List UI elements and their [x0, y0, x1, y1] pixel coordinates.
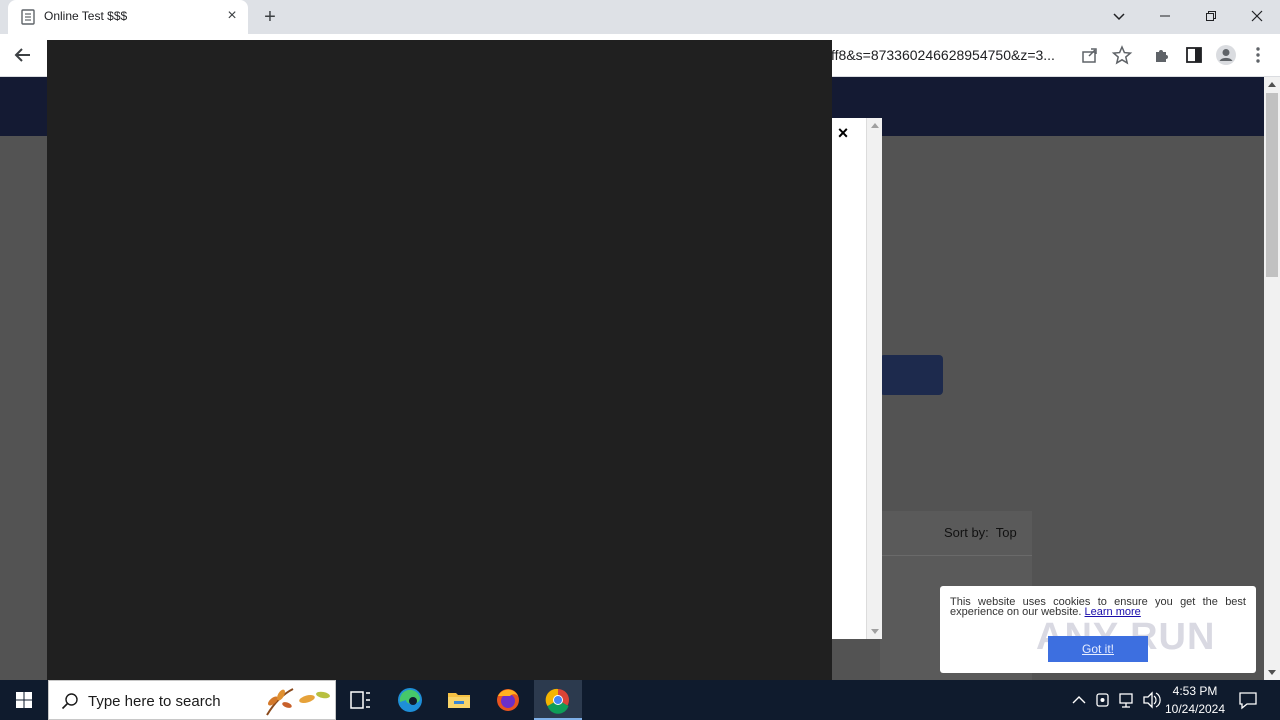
autumn-leaves-icon: [266, 688, 330, 716]
page-icon: [21, 9, 35, 25]
page-action-button[interactable]: [880, 355, 943, 395]
chevron-down-icon: [1113, 13, 1125, 21]
restore-button[interactable]: [1188, 0, 1234, 32]
volume-icon[interactable]: [1141, 680, 1161, 720]
scroll-up-arrow-icon[interactable]: [1268, 82, 1276, 87]
chrome-icon: [545, 688, 569, 714]
restore-icon: [1206, 11, 1216, 21]
scrollbar-thumb[interactable]: [1266, 93, 1278, 277]
cookie-banner: This website uses cookies to ensure you …: [940, 586, 1256, 673]
browser-tab-bar: Online Test $$$ × +: [0, 0, 1280, 34]
browser-tab[interactable]: Online Test $$$ ×: [8, 0, 248, 34]
close-window-button[interactable]: [1234, 0, 1280, 32]
bookmark-star-icon[interactable]: [1111, 44, 1133, 66]
search-placeholder: Type here to search: [88, 693, 221, 710]
meet-now-icon[interactable]: [1094, 680, 1112, 720]
side-panel-icon[interactable]: [1183, 44, 1205, 66]
page-scrollbar[interactable]: [1264, 77, 1280, 680]
scroll-down-arrow-icon[interactable]: [1268, 670, 1276, 675]
profile-avatar-icon[interactable]: [1215, 44, 1237, 66]
taskbar-clock-time[interactable]: 4:53 PM: [1166, 684, 1224, 698]
cookie-accept-button[interactable]: Got it!: [1048, 636, 1148, 662]
chevron-up-icon[interactable]: [1070, 680, 1088, 720]
minimize-icon: [1160, 15, 1170, 17]
new-tab-button[interactable]: +: [258, 5, 282, 29]
network-icon[interactable]: [1117, 680, 1137, 720]
chrome-taskbar-button[interactable]: [534, 680, 582, 720]
file-explorer-icon[interactable]: [435, 680, 483, 720]
windows-start-icon[interactable]: [0, 680, 48, 720]
divider: [880, 555, 1032, 556]
tab-close-icon[interactable]: ×: [223, 7, 241, 25]
popup-close-icon[interactable]: ×: [834, 124, 852, 142]
tab-search-button[interactable]: [1096, 0, 1142, 32]
address-bar-url[interactable]: ff8&s=873360246628954750&z=3...: [831, 47, 1055, 63]
popup-panel: ×: [832, 118, 882, 639]
back-arrow-icon[interactable]: [10, 42, 36, 68]
sort-by-label: Sort by:: [944, 525, 989, 540]
minimize-button[interactable]: [1142, 0, 1188, 32]
search-icon: [61, 693, 78, 710]
taskbar-clock-date[interactable]: 10/24/2024: [1160, 702, 1230, 716]
sort-by-control[interactable]: Sort by: Top: [944, 525, 1017, 540]
video-overlay[interactable]: [47, 40, 832, 680]
task-view-icon[interactable]: [336, 680, 384, 720]
close-icon: [1251, 10, 1263, 22]
share-icon[interactable]: [1079, 44, 1101, 66]
windows-taskbar: Type here to search 4:53 PM 10/24/2024: [0, 680, 1280, 720]
scroll-up-arrow-icon[interactable]: [871, 123, 879, 128]
cookie-message: This website uses cookies to ensure you …: [950, 597, 1246, 618]
firefox-icon[interactable]: [484, 680, 532, 720]
taskbar-search-box[interactable]: Type here to search: [48, 680, 336, 720]
extensions-icon[interactable]: [1151, 44, 1173, 66]
popup-scrollbar[interactable]: [866, 118, 882, 639]
notifications-icon[interactable]: [1236, 680, 1260, 720]
sort-by-value: Top: [995, 525, 1017, 540]
edge-browser-icon[interactable]: [386, 680, 434, 720]
scroll-down-arrow-icon[interactable]: [871, 629, 879, 634]
tab-title: Online Test $$$: [44, 9, 128, 23]
kebab-menu-icon[interactable]: [1247, 44, 1269, 66]
